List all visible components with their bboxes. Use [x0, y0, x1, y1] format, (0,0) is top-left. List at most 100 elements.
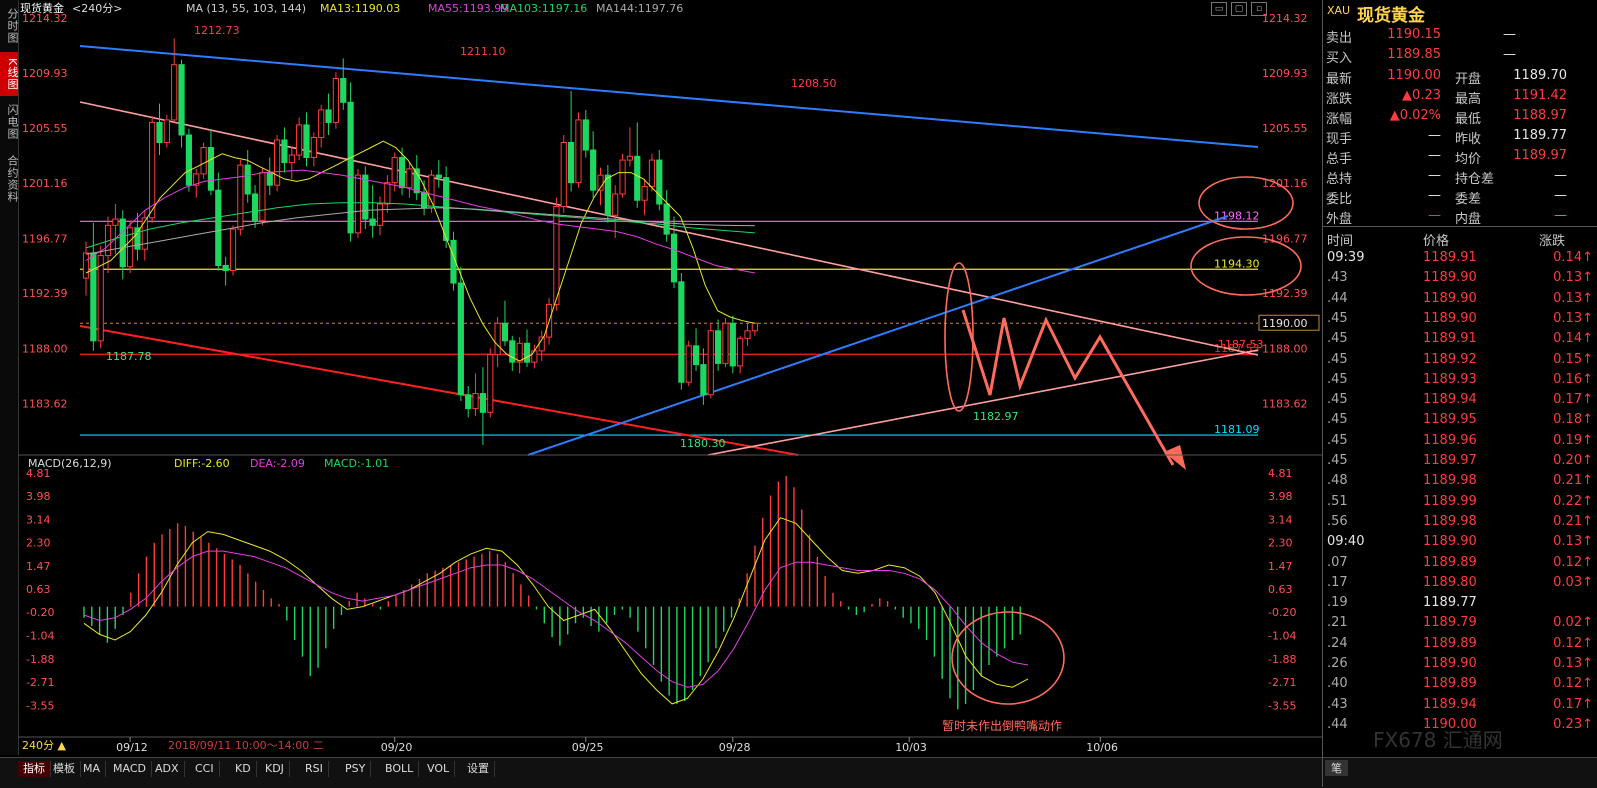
macd-panel: 4.81 4.81 3.98 3.98 3.14 3.14 2.30 2.30 1.47 1.47… — [26, 467, 1296, 712]
y-tick-right: 1188.00 — [1262, 342, 1308, 355]
current-price-label: 1190.00 — [1262, 317, 1308, 330]
level-label: 1181.09 — [1214, 423, 1260, 436]
tick-row: 09:40 1189.90 0.13↑ — [1327, 534, 1593, 550]
candle-body — [325, 109, 332, 123]
candle-body — [590, 149, 597, 191]
indicator-tab[interactable]: KD — [230, 761, 257, 777]
tick-row: .56 1189.98 0.21↑ — [1327, 513, 1593, 529]
channel-top-line — [79, 45, 1259, 148]
candle-body — [487, 354, 494, 413]
tick-row: .45 1189.93 0.16↑ — [1327, 371, 1593, 387]
candle-body — [692, 345, 700, 366]
maximize-icon[interactable]: ▢ — [1231, 2, 1247, 16]
stat-row: 涨跌 ▲0.23 最高 1191.42 — [1326, 88, 1567, 107]
indicator-tab[interactable]: BOLL — [380, 761, 420, 777]
macd-dea-label: DEA:-2.09 — [250, 457, 305, 470]
macd-y-tick-right: 1.47 — [1268, 560, 1293, 573]
candle-body — [281, 139, 288, 164]
candle-body — [391, 157, 398, 184]
tick-row: .21 1189.79 0.02↑ — [1327, 615, 1593, 631]
tab-timeshare[interactable]: 分时图 — [0, 4, 19, 48]
indicator-tab[interactable]: ADX — [150, 761, 185, 777]
candle-body — [244, 164, 251, 195]
ma103-label: MA103:1197.16 — [500, 2, 587, 15]
y-tick-left: 1201.16 — [22, 177, 68, 190]
candle-body — [568, 142, 575, 184]
candle-body — [384, 182, 391, 205]
candle-body — [700, 364, 707, 396]
highlight-ellipse — [944, 262, 974, 412]
x-tick-label: 09/20 — [381, 741, 413, 754]
restore-icon[interactable]: ▭ — [1211, 2, 1227, 16]
indicator-tab[interactable]: 设置 — [462, 761, 495, 777]
macd-y-tick-right: -1.88 — [1268, 653, 1296, 666]
indicator-tab[interactable]: RSI — [300, 761, 329, 777]
candle-body — [207, 147, 215, 191]
candle-body — [163, 119, 170, 144]
candle-body — [648, 159, 656, 187]
candle-body — [604, 174, 611, 216]
candle-body — [428, 174, 435, 209]
y-tick-left: 1205.55 — [22, 122, 68, 135]
macd-y-tick-right: 3.98 — [1268, 490, 1293, 503]
tick-row: .43 1189.90 0.13↑ — [1327, 270, 1593, 286]
macd-y-tick-right: 3.14 — [1268, 513, 1293, 526]
tick-row: .43 1189.94 0.17↑ — [1327, 696, 1593, 712]
macd-y-tick-left: 4.81 — [26, 467, 51, 480]
tab-ticks[interactable]: 笔 — [1325, 760, 1348, 776]
candle-body — [156, 121, 163, 144]
tick-row: .17 1189.80 0.03↑ — [1327, 574, 1593, 590]
candle-body — [259, 172, 266, 221]
instrument-name: 现货黄金 — [1357, 6, 1425, 26]
tab-flash-chart[interactable]: 闪电图 — [0, 100, 19, 144]
tab-contract-info[interactable]: 合约资料 — [0, 150, 19, 208]
candle-body — [685, 345, 692, 383]
candle-body — [465, 394, 472, 410]
candle-body — [222, 265, 229, 272]
level-label: 1198.12 — [1214, 209, 1260, 222]
tab-kline[interactable]: K线图 — [0, 52, 19, 96]
period-badge[interactable]: 240分 ▲ — [22, 739, 66, 752]
indicator-tab[interactable]: 指标 — [18, 761, 51, 777]
macd-diff-line — [83, 517, 1029, 705]
candle-body — [185, 134, 193, 186]
candle-body — [729, 322, 736, 367]
indicator-tab[interactable]: MA — [78, 761, 107, 777]
candle-body — [744, 330, 751, 339]
macd-y-tick-right: -0.20 — [1268, 606, 1296, 619]
indicator-tab[interactable]: MACD — [108, 761, 152, 777]
y-tick-left: 1196.77 — [22, 232, 68, 245]
tick-row: .26 1189.90 0.13↑ — [1327, 656, 1593, 671]
candle-body — [171, 64, 178, 121]
candle-body — [362, 174, 369, 220]
candle-body — [435, 174, 442, 179]
close-icon[interactable]: ▫ — [1251, 2, 1267, 16]
tick-header: 时间 价格 涨跌 — [1327, 234, 1566, 249]
candle-body — [398, 157, 406, 189]
y-tick-right: 1192.39 — [1262, 287, 1308, 300]
tick-row: .44 1189.90 0.13↑ — [1327, 290, 1593, 306]
candle-body — [531, 350, 538, 363]
price-chart[interactable]: 现货黄金 <240分> MA (13, 55, 103, 144) MA13:1… — [18, 0, 1322, 757]
stat-row: 外盘 — 内盘 — — [1326, 208, 1567, 227]
tick-row: .07 1189.89 0.12↑ — [1327, 554, 1593, 570]
macd-y-tick-left: -1.88 — [26, 653, 54, 666]
candle-body — [737, 337, 744, 367]
macd-value-label: MACD:-1.01 — [324, 457, 389, 470]
candle-body — [310, 136, 317, 159]
indicator-tab[interactable]: CCI — [190, 761, 220, 777]
watermark-logo: FX678 汇通网 — [1373, 728, 1503, 752]
indicator-tab[interactable]: 模板 — [48, 761, 81, 777]
candle-body — [751, 322, 758, 332]
level-label: 1194.30 — [1214, 257, 1260, 270]
candle-body — [634, 155, 641, 201]
macd-y-tick-right: -3.55 — [1268, 699, 1296, 712]
candle-body — [443, 177, 450, 241]
candle-body — [501, 322, 509, 342]
price-extreme-label: 1187.53 — [1218, 338, 1264, 351]
indicator-tab[interactable]: VOL — [422, 761, 456, 777]
tick-row: .24 1189.89 0.12↑ — [1327, 635, 1593, 651]
indicator-tab[interactable]: KDJ — [260, 761, 290, 777]
indicator-tab[interactable]: PSY — [340, 761, 372, 777]
stat-row: 总持 — 持仓差 — — [1326, 168, 1567, 187]
